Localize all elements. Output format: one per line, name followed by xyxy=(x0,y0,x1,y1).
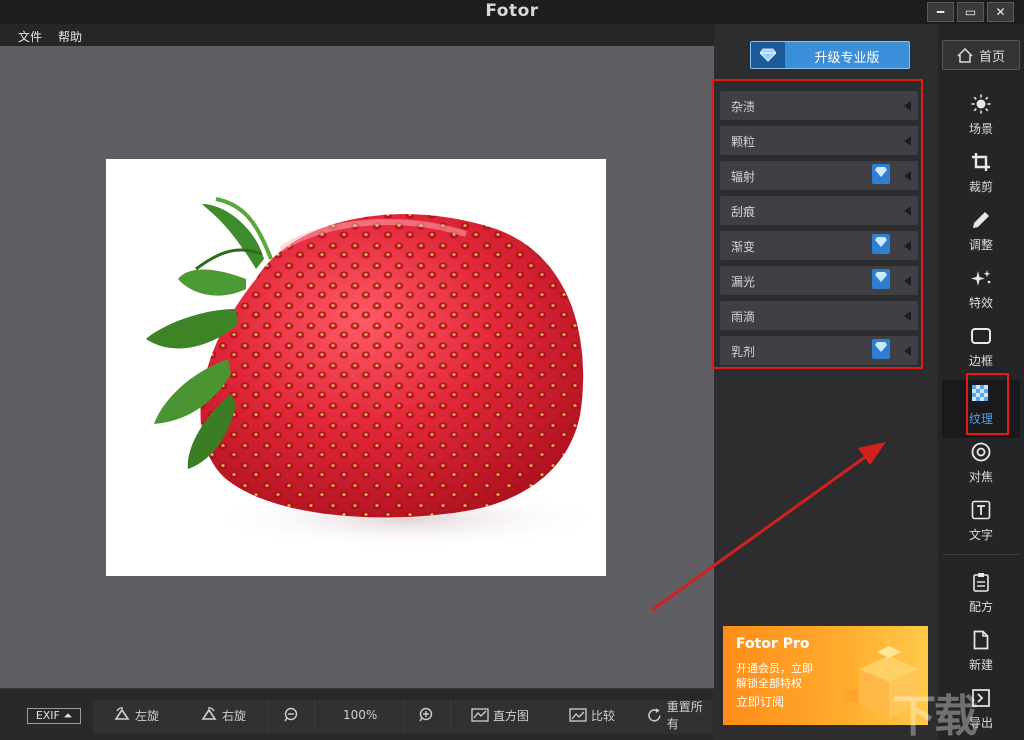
watermark-logo: 下载 xyxy=(892,691,978,740)
annotation-arrow xyxy=(651,442,886,612)
